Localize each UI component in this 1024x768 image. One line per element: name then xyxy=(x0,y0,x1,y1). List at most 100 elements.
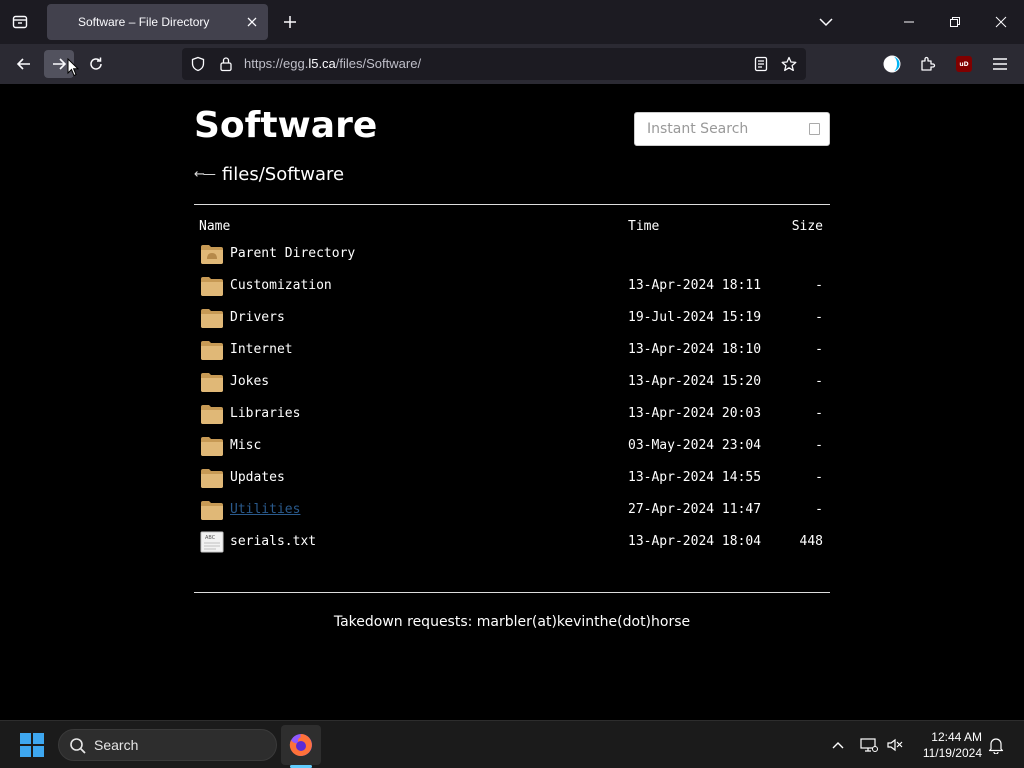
folder-icon[interactable] xyxy=(200,434,224,458)
modified-time: 13-Apr-2024 20:03 xyxy=(628,406,762,421)
account-sync-icon xyxy=(883,55,901,73)
chevron-down-icon xyxy=(819,18,833,27)
file-listing-table: Name Time Size Parent Directory Customiza… xyxy=(194,216,830,558)
address-bar[interactable]: https://egg.l5.ca/files/Software/ xyxy=(182,48,806,80)
column-header-size[interactable]: Size xyxy=(792,220,823,234)
minimize-icon xyxy=(904,21,914,23)
clock-time: 12:44 AM xyxy=(931,730,982,744)
table-body: Parent Directory Customization 13-Apr-2024… xyxy=(194,238,830,558)
file-size: - xyxy=(815,374,823,389)
tab-close-button[interactable] xyxy=(244,14,260,30)
table-row[interactable]: Customization 13-Apr-2024 18:11 - xyxy=(194,270,830,302)
modified-time: 03-May-2024 23:04 xyxy=(628,438,762,453)
minimize-button[interactable] xyxy=(897,10,921,34)
start-button[interactable] xyxy=(14,729,50,761)
page-title: Software xyxy=(194,105,378,146)
table-row[interactable]: Updates 13-Apr-2024 14:55 - xyxy=(194,462,830,494)
folder-icon[interactable] xyxy=(200,402,224,426)
ublock-origin-button[interactable]: uD xyxy=(954,54,974,74)
breadcrumb[interactable]: ←— files/Software xyxy=(194,164,344,185)
table-row[interactable]: ABC serials.txt 13-Apr-2024 18:04 448 xyxy=(194,526,830,558)
divider-bottom xyxy=(194,592,830,593)
extensions-button[interactable] xyxy=(918,54,938,74)
back-arrow-icon[interactable]: ←— xyxy=(194,167,216,182)
volume-button[interactable] xyxy=(885,735,905,755)
table-row[interactable]: Utilities 27-Apr-2024 11:47 - xyxy=(194,494,830,526)
restore-button[interactable] xyxy=(943,10,967,34)
show-hidden-icons-button[interactable] xyxy=(828,735,848,755)
close-window-button[interactable] xyxy=(989,10,1013,34)
parent-folder-icon[interactable] xyxy=(200,242,224,266)
page-content: Software ←— files/Software Name Time Siz… xyxy=(0,84,1024,720)
file-size: - xyxy=(815,502,823,517)
file-name-link[interactable]: Internet xyxy=(230,334,293,366)
keyboard-shortcut-icon xyxy=(809,123,820,135)
file-name-link[interactable]: Drivers xyxy=(230,302,285,334)
table-row[interactable]: Internet 13-Apr-2024 18:10 - xyxy=(194,334,830,366)
account-button[interactable] xyxy=(882,54,902,74)
file-name-link[interactable]: Jokes xyxy=(230,366,269,398)
arrow-left-icon xyxy=(16,58,30,70)
tracking-protection-shield-icon[interactable] xyxy=(190,56,206,72)
windows-taskbar: Search 12:44 AM 11/19/2024 xyxy=(0,720,1024,768)
file-name-link[interactable]: Misc xyxy=(230,430,261,462)
firefox-icon xyxy=(289,734,312,756)
file-name-link[interactable]: Parent Directory xyxy=(230,238,355,270)
file-size: - xyxy=(815,310,823,325)
network-button[interactable] xyxy=(859,735,879,755)
file-size: - xyxy=(815,342,823,357)
takedown-notice: Takedown requests: marbler(at)kevinthe(d… xyxy=(333,614,691,630)
reload-button[interactable] xyxy=(81,50,111,78)
table-row[interactable]: Jokes 13-Apr-2024 15:20 - xyxy=(194,366,830,398)
modified-time: 13-Apr-2024 15:20 xyxy=(628,374,762,389)
column-header-name[interactable]: Name xyxy=(199,220,230,234)
browser-tab-bar: Software – File Directory xyxy=(0,0,1024,44)
file-name-link[interactable]: Libraries xyxy=(230,398,300,430)
table-row[interactable]: Drivers 19-Jul-2024 15:19 - xyxy=(194,302,830,334)
system-clock[interactable]: 12:44 AM 11/19/2024 xyxy=(912,729,982,761)
folder-icon[interactable] xyxy=(200,274,224,298)
table-row[interactable]: Misc 03-May-2024 23:04 - xyxy=(194,430,830,462)
taskbar-firefox[interactable] xyxy=(281,725,321,765)
list-all-tabs-button[interactable] xyxy=(814,10,838,34)
puzzle-icon xyxy=(921,56,936,71)
table-row[interactable]: Parent Directory xyxy=(194,238,830,270)
reload-icon xyxy=(90,57,102,70)
file-name-link[interactable]: Utilities xyxy=(230,494,300,526)
lock-icon[interactable] xyxy=(218,56,234,72)
clock-date: 11/19/2024 xyxy=(922,746,982,760)
file-size: - xyxy=(815,278,823,293)
column-header-time[interactable]: Time xyxy=(628,220,659,234)
url-text[interactable]: https://egg.l5.ca/files/Software/ xyxy=(244,48,421,80)
instant-search-box[interactable] xyxy=(634,112,830,146)
text-file-icon[interactable]: ABC xyxy=(200,530,224,554)
file-name-link[interactable]: Customization xyxy=(230,270,332,302)
folder-icon[interactable] xyxy=(200,466,224,490)
taskbar-search[interactable]: Search xyxy=(58,729,277,761)
folder-icon[interactable] xyxy=(200,370,224,394)
folder-icon[interactable] xyxy=(200,498,224,522)
bookmark-star-icon[interactable] xyxy=(781,56,797,72)
table-row[interactable]: Libraries 13-Apr-2024 20:03 - xyxy=(194,398,830,430)
folder-icon[interactable] xyxy=(200,338,224,362)
url-host: l5.ca xyxy=(308,56,336,71)
notifications-button[interactable] xyxy=(986,735,1006,755)
windows-logo-icon xyxy=(20,733,44,757)
modified-time: 13-Apr-2024 14:55 xyxy=(628,470,762,485)
file-size: - xyxy=(815,470,823,485)
back-button[interactable] xyxy=(9,50,39,78)
modified-time: 13-Apr-2024 18:04 xyxy=(628,534,762,549)
breadcrumb-path[interactable]: files/Software xyxy=(222,164,344,185)
tab-active[interactable]: Software – File Directory xyxy=(47,4,268,40)
new-tab-button[interactable] xyxy=(278,10,302,34)
firefox-view-button[interactable] xyxy=(6,8,34,36)
folder-icon[interactable] xyxy=(200,306,224,330)
app-menu-button[interactable] xyxy=(990,54,1010,74)
reader-view-icon[interactable] xyxy=(753,56,769,72)
file-name-link[interactable]: Updates xyxy=(230,462,285,494)
instant-search-input[interactable] xyxy=(635,113,805,145)
modified-time: 27-Apr-2024 11:47 xyxy=(628,502,762,517)
file-name-link[interactable]: serials.txt xyxy=(230,526,316,558)
modified-time: 13-Apr-2024 18:10 xyxy=(628,342,762,357)
volume-muted-icon xyxy=(887,738,903,752)
